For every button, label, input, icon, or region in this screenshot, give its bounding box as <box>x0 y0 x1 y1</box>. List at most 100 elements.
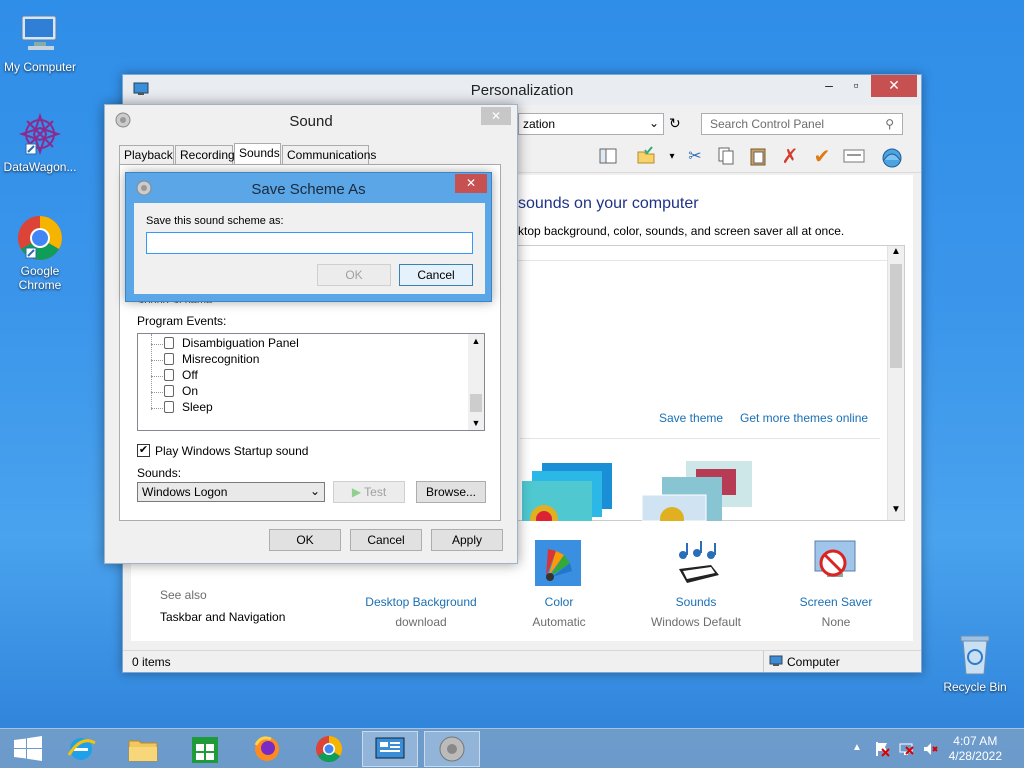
chevron-down-icon[interactable]: ⌄ <box>649 116 659 130</box>
desktop-icon-datawagon[interactable]: DataWagon... <box>0 110 80 174</box>
close-button[interactable]: ✕ <box>481 107 511 125</box>
shell-icon[interactable] <box>881 146 903 168</box>
tree-line <box>151 376 163 377</box>
list-item[interactable]: On <box>182 384 198 398</box>
scroll-thumb[interactable] <box>890 264 902 368</box>
paste-icon[interactable] <box>747 146 769 168</box>
clock-date: 4/28/2022 <box>948 749 1002 763</box>
tab-recording[interactable]: Recording <box>175 145 235 164</box>
recycle-bin-icon <box>951 630 999 678</box>
network-icon[interactable] <box>898 741 914 760</box>
tab-communications[interactable]: Communications <box>282 145 376 164</box>
test-button[interactable]: ▶ Test <box>333 481 405 503</box>
delete-icon[interactable]: ✗ <box>779 146 801 168</box>
sounds-select-value: Windows Logon <box>142 485 228 499</box>
start-button[interactable] <box>0 731 56 767</box>
close-button[interactable]: ✕ <box>871 75 917 97</box>
cut-icon[interactable]: ✂ <box>684 146 706 168</box>
list-item[interactable]: Disambiguation Panel <box>182 336 299 350</box>
title-bar[interactable]: Personalization – ▫ ✕ <box>123 75 921 105</box>
scroll-up-icon[interactable]: ▲ <box>888 246 904 262</box>
desktop-icon-my-computer[interactable]: My Computer <box>0 10 80 74</box>
themes-scrollbar[interactable]: ▲ ▼ <box>887 246 904 520</box>
chevron-down-icon[interactable]: ▾ <box>661 146 683 168</box>
speaker-icon <box>164 337 174 349</box>
search-icon[interactable]: ⚲ <box>885 117 894 131</box>
speaker-icon <box>164 385 174 397</box>
volume-muted-icon[interactable] <box>922 741 938 760</box>
status-item-count: 0 items <box>132 655 171 669</box>
taskbar-control-panel[interactable] <box>362 731 418 767</box>
firefox-icon <box>254 736 279 761</box>
save-theme-link[interactable]: Save theme <box>659 411 723 425</box>
item-sub: download <box>395 615 447 629</box>
theme-thumbnail[interactable] <box>522 461 614 533</box>
ok-button[interactable]: OK <box>269 529 341 551</box>
list-item[interactable]: Sleep <box>182 400 213 414</box>
scroll-down-icon[interactable]: ▼ <box>468 418 484 428</box>
scroll-up-icon[interactable]: ▲ <box>468 336 484 346</box>
sounds-select[interactable]: Windows Logon ⌄ <box>137 482 325 502</box>
theme-thumbnail[interactable] <box>641 461 752 531</box>
copy-icon[interactable] <box>715 146 737 168</box>
tree-line <box>151 392 163 393</box>
tab-playback[interactable]: Playback <box>119 145 174 164</box>
properties-icon[interactable] <box>843 146 865 168</box>
item-sub: None <box>821 615 851 629</box>
scheme-name-input[interactable] <box>146 232 473 254</box>
refresh-icon[interactable]: ↻ <box>669 115 681 132</box>
maximize-button[interactable]: ▫ <box>842 75 870 97</box>
search-input[interactable]: Search Control Panel ⚲ <box>701 113 903 135</box>
taskbar-ie[interactable] <box>53 731 109 767</box>
folder-check-icon[interactable] <box>635 146 657 168</box>
sounds-icon[interactable] <box>671 539 723 587</box>
tree-line <box>151 408 163 409</box>
sounds-item[interactable]: Sounds Windows Default <box>646 595 746 629</box>
taskbar-firefox[interactable] <box>239 731 295 767</box>
item-label: Sounds <box>675 595 717 609</box>
clock[interactable]: 4:07 AM 4/28/2022 <box>949 734 1002 764</box>
checkmark-icon[interactable]: ✔ <box>811 146 833 168</box>
dialog-title: Sound <box>289 113 333 130</box>
startup-sound-checkbox[interactable]: ✔ <box>137 444 150 457</box>
item-label: Screen Saver <box>799 595 873 609</box>
taskbar-chrome[interactable] <box>301 731 357 767</box>
list-item[interactable]: Off <box>182 368 198 382</box>
action-center-icon[interactable] <box>874 741 890 760</box>
desktop-icon-label: Google Chrome <box>18 264 62 292</box>
events-scrollbar[interactable]: ▲ ▼ <box>468 334 484 430</box>
show-hidden-icons[interactable]: ▲ <box>852 742 862 753</box>
desktop-icon-google-chrome[interactable]: Google Chrome <box>0 214 80 292</box>
get-more-themes-link[interactable]: Get more themes online <box>740 411 868 425</box>
taskbar-store[interactable] <box>177 731 233 767</box>
scroll-thumb[interactable] <box>470 394 482 412</box>
tab-sounds[interactable]: Sounds <box>234 143 281 165</box>
item-sub: Automatic <box>532 615 586 629</box>
taskbar-sound[interactable] <box>424 731 480 767</box>
layout-icon[interactable] <box>597 146 619 168</box>
minimize-button[interactable]: – <box>815 75 843 97</box>
cancel-button[interactable]: Cancel <box>350 529 422 551</box>
close-button[interactable]: ✕ <box>455 174 487 193</box>
address-bar[interactable]: zation ⌄ <box>518 113 664 135</box>
color-icon[interactable] <box>534 539 582 587</box>
desktop-background-item[interactable]: Desktop Background download <box>361 595 481 629</box>
scroll-down-icon[interactable]: ▼ <box>888 504 904 520</box>
list-item[interactable]: Misrecognition <box>182 352 259 366</box>
title-bar[interactable]: Sound ✕ <box>105 105 517 135</box>
color-item[interactable]: Color Automatic <box>519 595 599 629</box>
screen-saver-icon[interactable] <box>813 539 857 587</box>
startup-sound-label: Play Windows Startup sound <box>155 444 309 458</box>
program-events-list[interactable]: Disambiguation Panel Misrecognition Off … <box>137 333 485 431</box>
desktop-icon-recycle-bin[interactable]: Recycle Bin <box>935 630 1015 694</box>
screen-saver-item[interactable]: Screen Saver None <box>791 595 881 629</box>
browse-button[interactable]: Browse... <box>416 481 486 503</box>
item-label: Desktop Background <box>365 595 477 609</box>
cancel-button[interactable]: Cancel <box>399 264 473 286</box>
datawagon-icon <box>16 110 64 158</box>
apply-button[interactable]: Apply <box>431 529 503 551</box>
title-bar[interactable]: Save Scheme As ✕ <box>126 173 491 203</box>
ok-button[interactable]: OK <box>317 264 391 286</box>
taskbar-file-explorer[interactable] <box>115 731 171 767</box>
taskbar-navigation-link[interactable]: Taskbar and Navigation <box>160 610 285 624</box>
